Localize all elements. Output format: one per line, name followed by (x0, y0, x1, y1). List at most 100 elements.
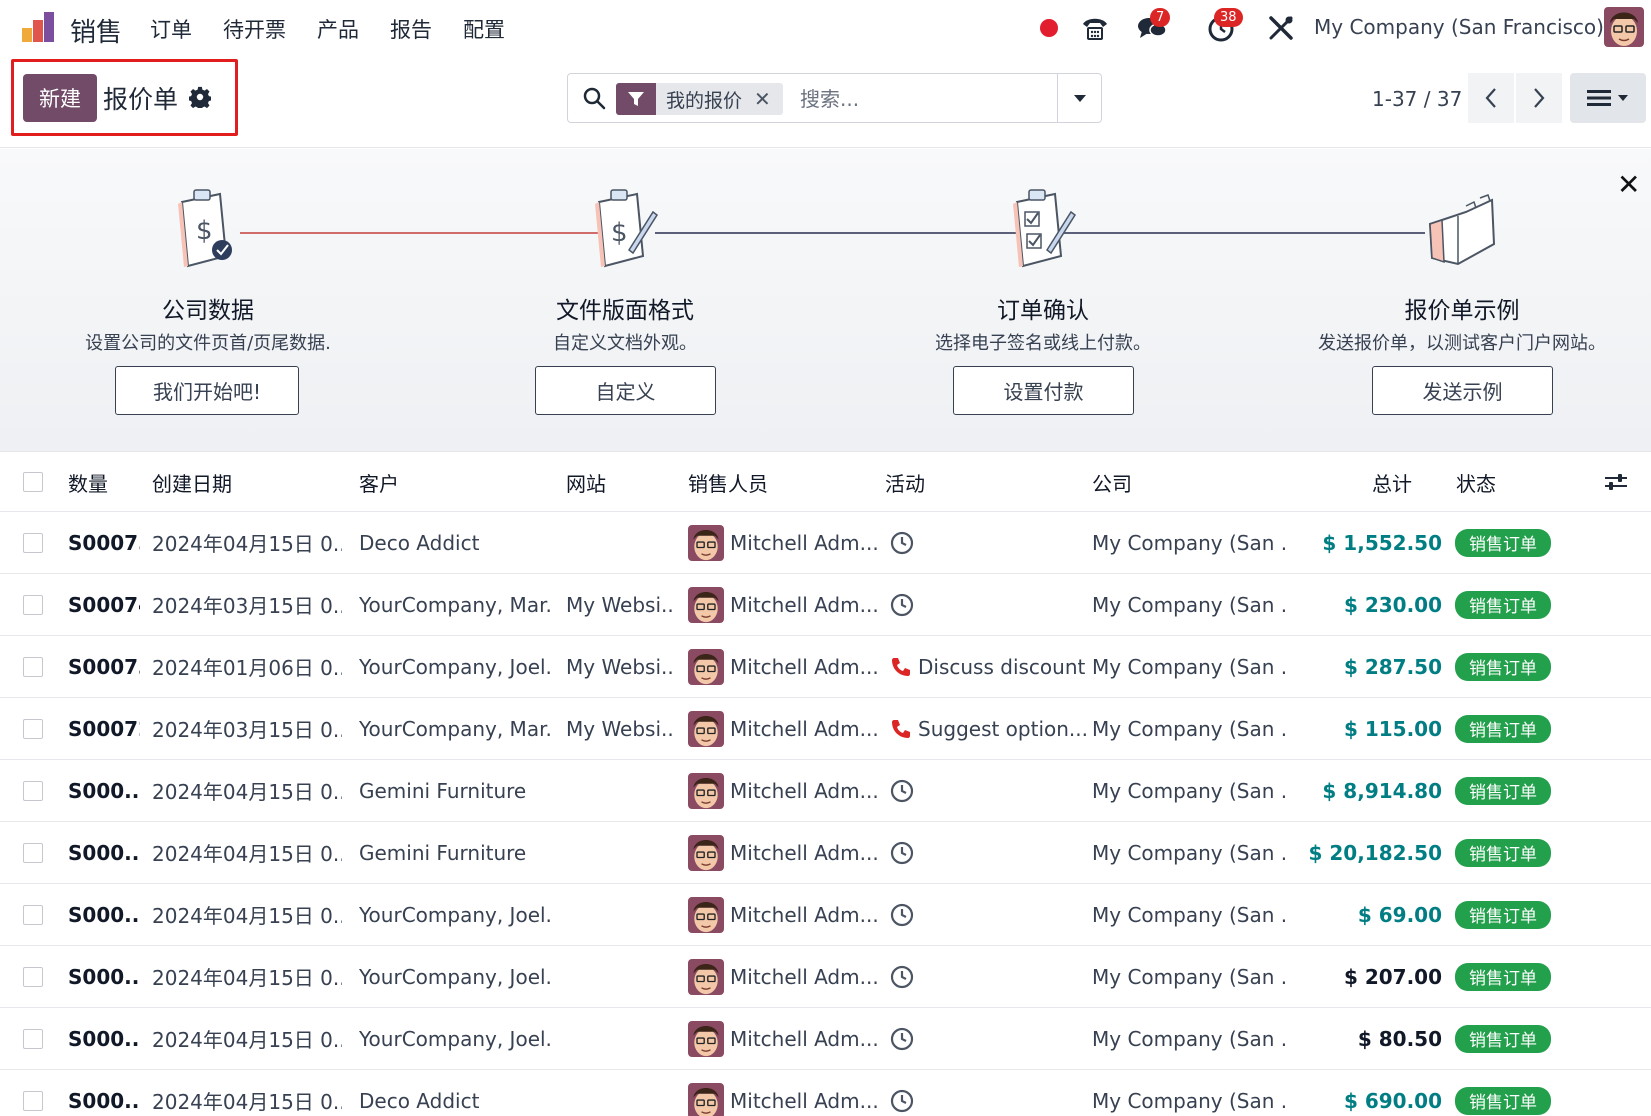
row-checkbox[interactable] (23, 843, 43, 863)
activity-summary: Discuss discount (918, 654, 1086, 679)
salesperson-avatar[interactable] (688, 1020, 724, 1057)
table-row[interactable]: S000... 2024年04月15日 0... Gemini Furniture M… (0, 760, 1651, 822)
row-checkbox[interactable] (23, 781, 43, 801)
salesperson-name: Mitchell Adm... (730, 902, 878, 927)
activity-cell (890, 574, 1086, 635)
salesperson-avatar[interactable] (688, 710, 724, 747)
pager-next-button[interactable] (1516, 73, 1562, 123)
clock-icon[interactable] (890, 841, 914, 865)
company: My Company (San ... (1092, 592, 1288, 617)
new-quotation-button[interactable]: 新建 (23, 74, 97, 122)
recording-indicator[interactable] (1038, 8, 1060, 48)
clock-icon[interactable] (890, 1089, 914, 1113)
row-checkbox[interactable] (23, 595, 43, 615)
table-row[interactable]: S000... 2024年04月15日 0... YourCompany, Joel… (0, 1008, 1651, 1070)
search-input[interactable] (800, 85, 1040, 113)
send-sample-button[interactable]: 发送示例 (1372, 366, 1553, 415)
company: My Company (San ... (1092, 840, 1288, 865)
search-options-toggle[interactable] (1057, 74, 1101, 122)
salesperson-cell: Mitchell Adm... (688, 1008, 878, 1069)
salesperson-avatar[interactable] (688, 772, 724, 809)
clock-icon[interactable] (890, 903, 914, 927)
row-checkbox[interactable] (23, 967, 43, 987)
select-all-checkbox[interactable] (23, 472, 43, 492)
row-checkbox[interactable] (23, 719, 43, 739)
debug-tools-button[interactable] (1266, 8, 1296, 48)
onboarding-step-title: 报价单示例 (1404, 298, 1520, 324)
customer: Gemini Furniture (359, 840, 527, 865)
gear-icon[interactable] (189, 86, 211, 108)
phone-button[interactable] (1078, 8, 1112, 48)
status-cell: 销售订单 (1455, 636, 1575, 697)
customize-button[interactable]: 自定义 (535, 366, 716, 415)
search-icon[interactable] (582, 86, 606, 110)
phone-icon[interactable] (890, 718, 912, 740)
user-avatar[interactable] (1604, 7, 1644, 47)
column-header-date[interactable]: 创建日期 (152, 453, 332, 511)
row-checkbox[interactable] (23, 533, 43, 553)
salesperson-name: Mitchell Adm... (730, 716, 878, 741)
onboarding-close-button[interactable]: ✕ (1617, 168, 1640, 201)
activities-button[interactable]: 38 (1194, 8, 1250, 48)
row-checkbox[interactable] (23, 657, 43, 677)
lets-start-button[interactable]: 我们开始吧! (115, 366, 299, 415)
salesperson-avatar[interactable] (688, 834, 724, 871)
pager-value[interactable]: 1-37 / 37 (1372, 87, 1462, 111)
column-header-website[interactable]: 网站 (566, 453, 666, 511)
table-row[interactable]: S000... 2024年04月15日 0... Gemini Furniture M… (0, 822, 1651, 884)
table-row[interactable]: S00075 2024年04月15日 0... Deco Addict Mitchel… (0, 512, 1651, 574)
clock-icon[interactable] (890, 531, 914, 555)
salesperson-avatar[interactable] (688, 648, 724, 685)
menu-to-invoice[interactable]: 待开票 (223, 14, 286, 44)
salesperson-cell: Mitchell Adm... (688, 574, 878, 635)
menu-products[interactable]: 产品 (317, 14, 359, 44)
table-row[interactable]: S000... 2024年04月15日 0... YourCompany, Joel… (0, 946, 1651, 1008)
messaging-button[interactable]: 7 (1126, 8, 1178, 48)
company-switcher[interactable]: My Company (San Francisco) (1314, 15, 1604, 39)
column-header-company[interactable]: 公司 (1092, 453, 1272, 511)
company: My Company (San ... (1092, 902, 1288, 927)
menu-orders[interactable]: 订单 (150, 14, 192, 44)
salesperson-cell: Mitchell Adm... (688, 636, 878, 697)
column-header-total[interactable]: 总计 (1300, 453, 1412, 511)
view-switcher-button[interactable] (1570, 73, 1646, 123)
row-checkbox[interactable] (23, 905, 43, 925)
clock-icon[interactable] (890, 965, 914, 989)
pager-previous-button[interactable] (1468, 73, 1514, 123)
menu-reporting[interactable]: 报告 (390, 14, 432, 44)
table-row[interactable]: S00074 2024年03月15日 0... YourCompany, Mar..… (0, 574, 1651, 636)
salesperson-avatar[interactable] (688, 524, 724, 561)
creation-date: 2024年04月15日 0... (152, 780, 342, 804)
column-header-number[interactable]: 数量 (68, 453, 138, 511)
row-checkbox[interactable] (23, 1029, 43, 1049)
clock-icon[interactable] (890, 1027, 914, 1051)
column-header-status[interactable]: 状态 (1456, 453, 1536, 511)
status-cell: 销售订单 (1455, 512, 1575, 573)
salesperson-avatar[interactable] (688, 896, 724, 933)
column-header-salesperson[interactable]: 销售人员 (688, 453, 868, 511)
onboarding-step-description: 发送报价单，以测试客户门户网站。 (1318, 333, 1606, 354)
column-header-activity[interactable]: 活动 (885, 453, 1065, 511)
salesperson-avatar[interactable] (688, 1082, 724, 1116)
table-row[interactable]: S00072 2024年03月15日 0... YourCompany, Mar..… (0, 698, 1651, 760)
table-row[interactable]: S00073 2024年01月06日 0... YourCompany, Joel.… (0, 636, 1651, 698)
app-name[interactable]: 销售 (70, 12, 122, 49)
clock-icon[interactable] (890, 593, 914, 617)
phone-icon[interactable] (890, 656, 912, 678)
facet-remove-button[interactable]: ✕ (752, 83, 783, 115)
status-cell: 销售订单 (1455, 822, 1575, 883)
salesperson-avatar[interactable] (688, 586, 724, 623)
table-row[interactable]: S000... 2024年04月15日 0... Deco Addict Mitche… (0, 1070, 1651, 1116)
table-row[interactable]: S000... 2024年04月15日 0... YourCompany, Joel… (0, 884, 1651, 946)
total-amount: $ 287.50 (1343, 654, 1442, 679)
optional-columns-toggle[interactable] (1604, 453, 1644, 511)
order-number: S000... (68, 964, 140, 989)
clock-icon[interactable] (890, 779, 914, 803)
sales-app-logo-icon[interactable] (20, 10, 56, 44)
order-number: S00075 (68, 530, 140, 555)
row-checkbox[interactable] (23, 1091, 43, 1111)
column-header-customer[interactable]: 客户 (359, 453, 539, 511)
salesperson-avatar[interactable] (688, 958, 724, 995)
setup-payment-button[interactable]: 设置付款 (953, 366, 1134, 415)
menu-configuration[interactable]: 配置 (463, 14, 505, 44)
